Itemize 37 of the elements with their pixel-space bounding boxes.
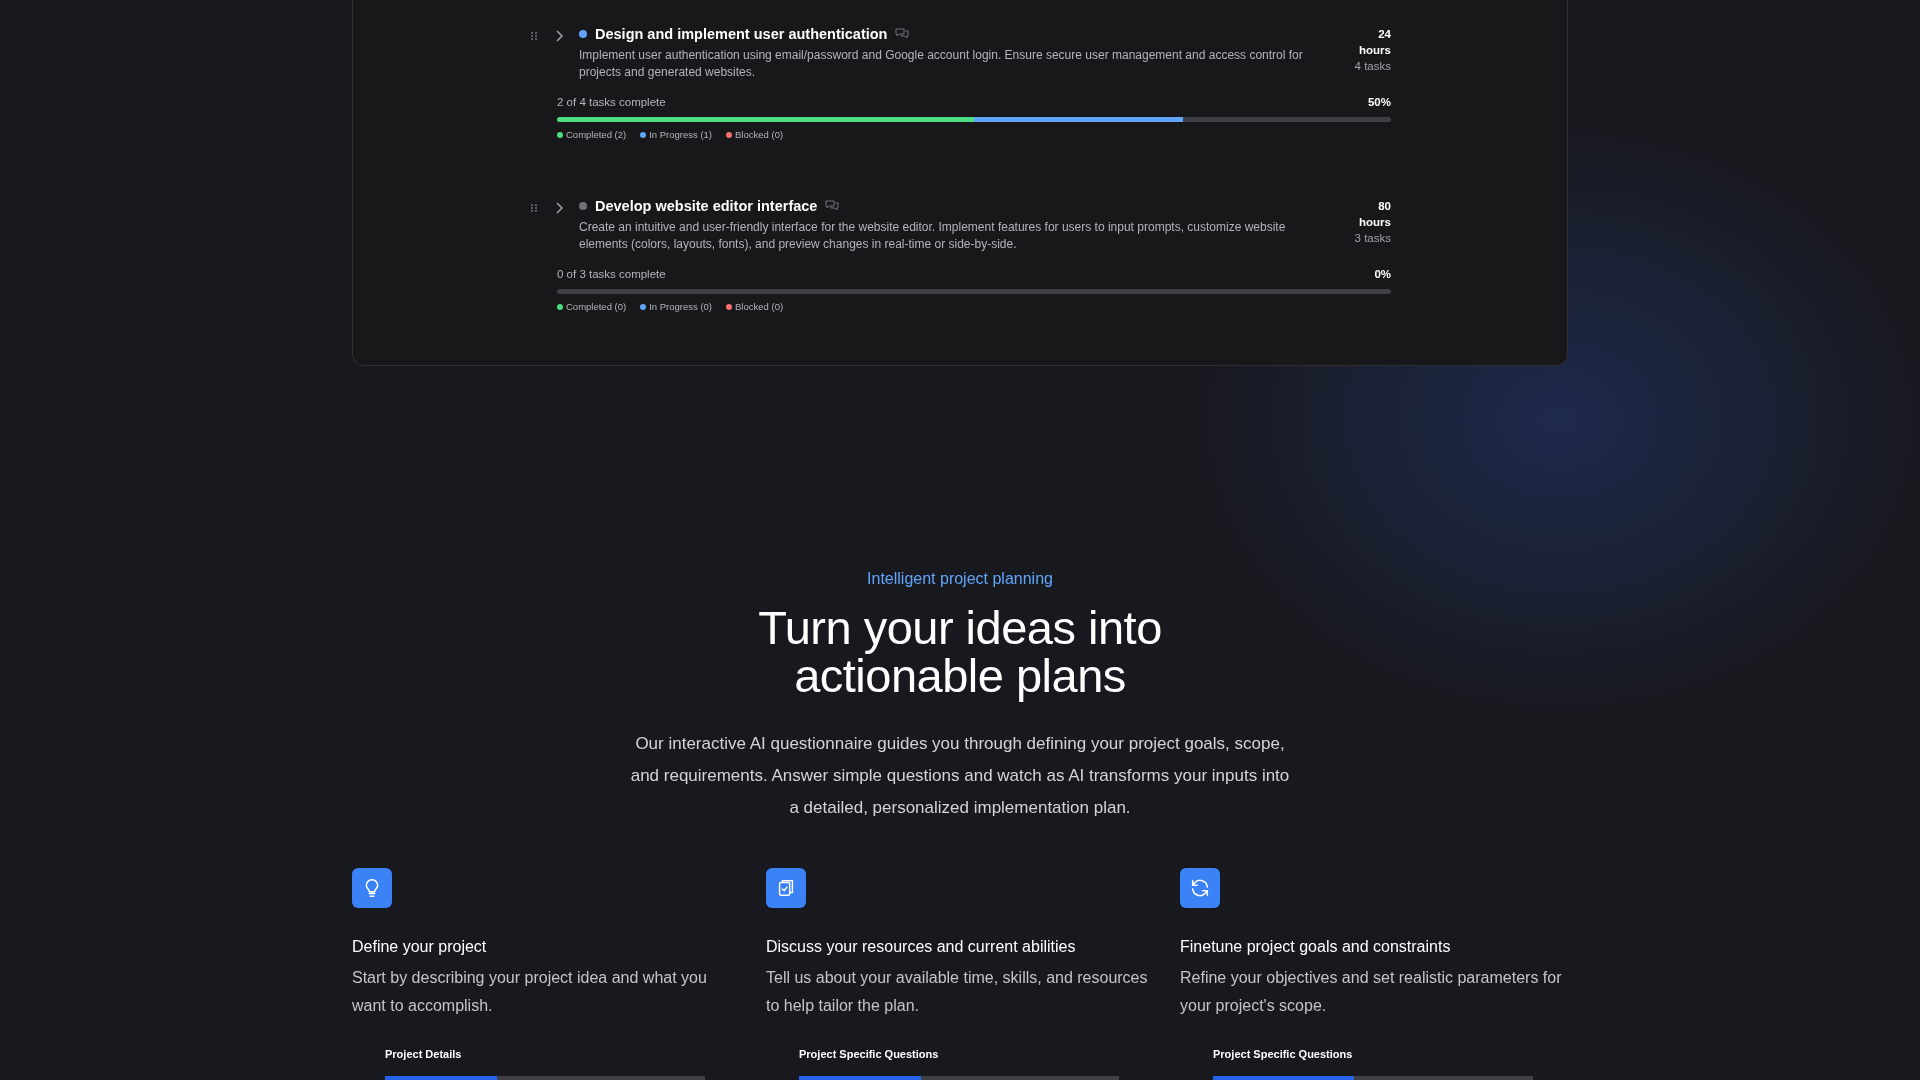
progress-percent: 50% [1367, 96, 1391, 108]
hours-estimate: 80 hours [1358, 199, 1391, 230]
legend-label: In Progress (0) [649, 301, 713, 312]
task-count: 4 tasks [1354, 59, 1391, 74]
task-count: 3 tasks [1354, 231, 1391, 246]
legend-label: In Progress (1) [649, 129, 713, 140]
legend-label: Blocked (0) [735, 301, 784, 312]
feature-title: Discuss your resources and current abilities [766, 938, 1077, 956]
progress-text: 2 of 4 tasks complete [557, 96, 666, 108]
feature-description: Refine your objectives and set realistic parameters for your project's scope. [1180, 968, 1563, 1016]
hours-estimate: 24 hours [1358, 27, 1391, 58]
feature-description: Start by describing your project idea and what you want to accomplish. [352, 968, 708, 1016]
refresh-icon [1189, 877, 1211, 899]
task-description: Create an intuitive and user-friendly interface for the website editor. Implement features for users to input prompts, customize website elements (colors, layouts, fonts), and preview changes in real-time or side-by-side. [579, 219, 1287, 252]
feature-title: Finetune project goals and constraints [1180, 938, 1452, 956]
chevron-right-icon[interactable] [553, 29, 565, 43]
preview-title: Project Specific Questions [799, 1048, 939, 1060]
section-eyebrow: Intelligent project planning [867, 570, 1053, 588]
legend-label: Completed (2) [566, 129, 627, 140]
task-title: Develop website editor interface [595, 198, 818, 214]
progress-percent: 0% [1374, 268, 1391, 280]
feature-title: Define your project [352, 938, 488, 956]
task-description: Implement user authentication using email/password and Google account login. Ensure secure user management and access control for projects and generated websites. [579, 47, 1304, 80]
preview-title: Project Details [385, 1048, 462, 1060]
comment-icon[interactable] [895, 28, 910, 40]
legend-label: Blocked (0) [735, 129, 784, 140]
chevron-right-icon[interactable] [553, 201, 565, 215]
section-headline: Turn your ideas into actionable plans [757, 604, 1163, 700]
task-title: Design and implement user authentication [595, 26, 888, 42]
feature-description: Tell us about your available time, skills, and resources to help tailor the plan. [766, 968, 1149, 1016]
comment-icon[interactable] [825, 200, 840, 212]
drag-handle-icon[interactable] [529, 203, 539, 213]
section-lead: Our interactive AI questionnaire guides you through defining your project goals, scope, and requirements. Answer simple questions and watch as AI transforms your inputs into a detailed, personalized implementation plan. [629, 733, 1291, 819]
preview-title: Project Specific Questions [1213, 1048, 1353, 1060]
progress-text: 0 of 3 tasks complete [557, 268, 666, 280]
legend-label: Completed (0) [566, 301, 627, 312]
drag-handle-icon[interactable] [529, 31, 539, 41]
